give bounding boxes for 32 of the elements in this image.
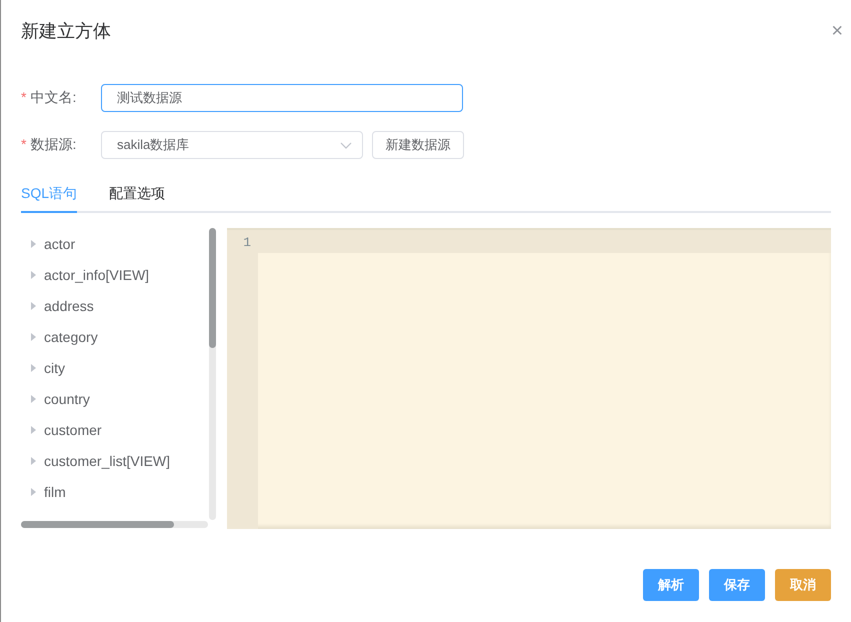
- dialog-title: 新建立方体: [21, 20, 111, 43]
- vertical-scrollbar[interactable]: [209, 228, 216, 520]
- datasource-select[interactable]: sakila数据库: [101, 131, 363, 159]
- close-button[interactable]: ×: [831, 21, 843, 41]
- horizontal-scrollbar[interactable]: [21, 521, 208, 528]
- table-tree-item[interactable]: film: [44, 484, 66, 500]
- expand-caret-icon[interactable]: [31, 426, 36, 434]
- table-tree-item[interactable]: address: [44, 298, 94, 314]
- expand-caret-icon[interactable]: [31, 332, 36, 340]
- table-tree-item[interactable]: category: [44, 328, 98, 344]
- name-input[interactable]: 测试数据源: [101, 84, 463, 112]
- expand-caret-icon[interactable]: [31, 240, 36, 248]
- line-number: 1: [243, 234, 252, 252]
- expand-caret-icon[interactable]: [31, 394, 36, 402]
- table-tree-item[interactable]: actor: [44, 236, 76, 252]
- table-tree-item[interactable]: city: [44, 360, 65, 376]
- expand-caret-icon[interactable]: [31, 270, 36, 278]
- field-label: 数据源:: [30, 136, 76, 152]
- table-tree-item[interactable]: country: [44, 390, 90, 406]
- field-label: 中文名:: [30, 89, 76, 105]
- table-tree-item[interactable]: customer_list[VIEW]: [44, 452, 170, 468]
- expand-caret-icon[interactable]: [31, 456, 36, 464]
- required-mark: *: [21, 136, 26, 152]
- table-tree-item[interactable]: customer: [44, 422, 102, 438]
- table-tree-item[interactable]: actor_info[VIEW]: [44, 266, 150, 282]
- new-datasource-button[interactable]: 新建数据源: [372, 131, 464, 159]
- chevron-down-icon: [340, 142, 352, 148]
- tab[interactable]: 配置选项: [109, 185, 169, 213]
- expand-caret-icon[interactable]: [31, 488, 36, 496]
- expand-caret-icon[interactable]: [31, 364, 36, 372]
- expand-caret-icon[interactable]: [31, 302, 36, 310]
- required-mark: *: [21, 89, 26, 105]
